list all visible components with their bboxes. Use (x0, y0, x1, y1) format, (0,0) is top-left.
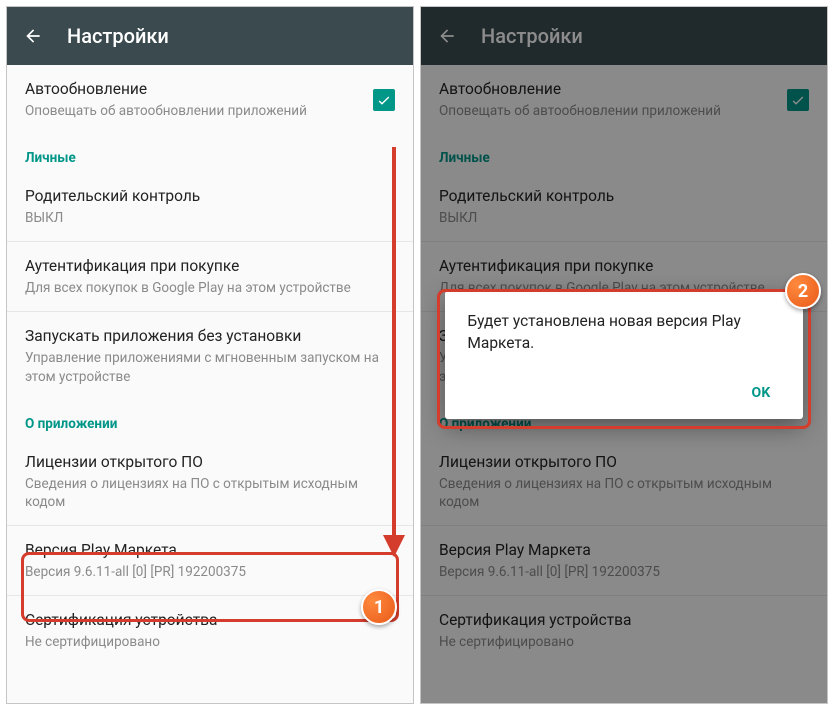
toolbar: Настройки (421, 7, 827, 65)
row-licenses[interactable]: Лицензии открытого ПО Сведения о лицензи… (7, 438, 413, 525)
row-title: Версия Play Маркета (25, 540, 395, 561)
section-about: О приложении (7, 400, 413, 438)
row-subtitle: Оповещать об автообновлении приложений (25, 102, 361, 120)
row-cert[interactable]: Сертификация устройства Не сертифицирова… (7, 595, 413, 665)
row-title: Автообновление (25, 79, 361, 100)
page-title: Настройки (67, 24, 169, 48)
dialog-ok-button[interactable]: OK (741, 377, 780, 409)
dialog-message: Будет установлена новая версия Play Марк… (467, 311, 780, 354)
row-title: Лицензии открытого ПО (25, 452, 395, 473)
step-badge-2: 2 (785, 273, 821, 309)
phone-left: Настройки Автообновление Оповещать об ав… (6, 6, 414, 704)
back-arrow-icon[interactable] (437, 26, 457, 46)
row-subtitle: Сведения о лицензиях на ПО с открытым ис… (25, 475, 395, 511)
row-title: Аутентификация при покупке (25, 256, 395, 277)
row-subtitle: ВЫКЛ (25, 209, 395, 227)
row-autoupdate: Автообновление Оповещать об автообновлен… (421, 65, 827, 134)
row-autoupdate[interactable]: Автообновление Оповещать об автообновлен… (7, 65, 413, 134)
phone-right: Настройки Автообновление Оповещать об ав… (420, 6, 828, 704)
row-auth[interactable]: Аутентификация при покупке Для всех поку… (7, 241, 413, 311)
toolbar: Настройки (7, 7, 413, 65)
row-instant[interactable]: Запускать приложения без установки Управ… (7, 311, 413, 399)
row-title: Родительский контроль (25, 186, 395, 207)
checkbox-checked-icon (787, 89, 809, 111)
row-subtitle: Для всех покупок в Google Play на этом у… (25, 279, 395, 297)
row-version[interactable]: Версия Play Маркета Версия 9.6.11-all [0… (7, 525, 413, 595)
row-title: Сертификация устройства (25, 610, 395, 631)
section-personal: Личные (7, 134, 413, 172)
row-subtitle: Не сертифицировано (25, 633, 395, 651)
page-title: Настройки (481, 24, 583, 48)
row-subtitle: Версия 9.6.11-all [0] [PR] 192200375 (25, 563, 395, 581)
checkbox-checked-icon[interactable] (373, 89, 395, 111)
settings-list: Автообновление Оповещать об автообновлен… (7, 65, 413, 703)
back-arrow-icon[interactable] (23, 26, 43, 46)
step-badge-1: 1 (361, 589, 397, 625)
update-dialog: Будет установлена новая версия Play Марк… (445, 291, 802, 418)
row-title: Запускать приложения без установки (25, 326, 395, 347)
row-parental[interactable]: Родительский контроль ВЫКЛ (7, 172, 413, 241)
row-subtitle: Управление приложениями с мгновенным зап… (25, 349, 395, 385)
